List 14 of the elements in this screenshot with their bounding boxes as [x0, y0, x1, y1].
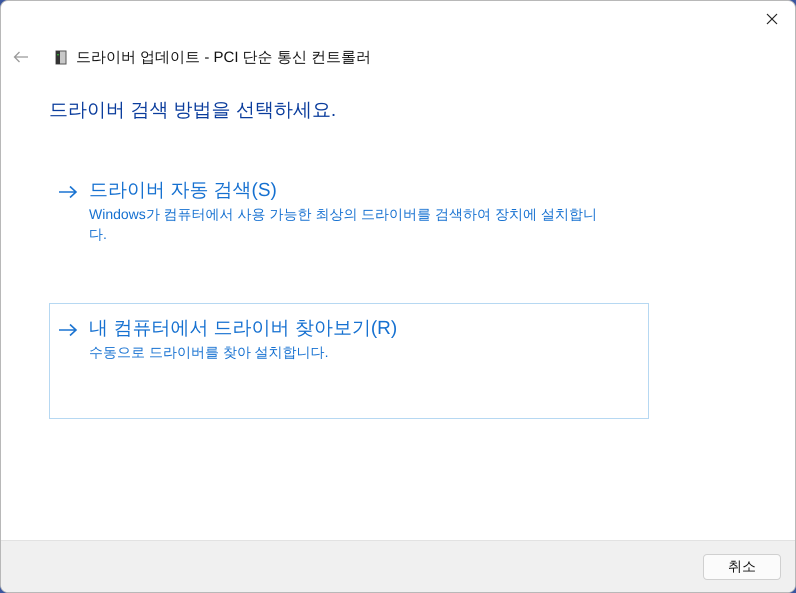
heading: 드라이버 검색 방법을 선택하세요.	[49, 99, 338, 123]
option-card[interactable]: 드라이버 자동 검색(S) Windows가 컴퓨터에서 사용 가능한 최상의 드라이버를 검색하여 장치에 설치합니다.	[49, 165, 649, 281]
window-title: 드라이버 업데이트 - PCI 단순 통신 컨트롤러	[76, 48, 372, 66]
back-arrow-icon	[13, 51, 29, 63]
option-title: 드라이버 자동 검색(S)	[89, 179, 278, 203]
cancel-button[interactable]: 취소	[703, 554, 781, 580]
option-title: 내 컴퓨터에서 드라이버 찾아보기(R)	[89, 317, 398, 341]
option-description: 수동으로 드라이버를 찾아 설치합니다.	[89, 343, 330, 362]
close-icon	[766, 13, 778, 25]
drive-icon	[55, 50, 67, 64]
arrow-icon	[58, 323, 78, 337]
option-description: Windows가 컴퓨터에서 사용 가능한 최상의 드라이버를 검색하여 장치에 설치합니다.	[89, 205, 598, 244]
arrow-icon	[58, 185, 78, 199]
option-card[interactable]: 내 컴퓨터에서 드라이버 찾아보기(R) 수동으로 드라이버를 찾아 설치합니다.	[49, 303, 649, 419]
